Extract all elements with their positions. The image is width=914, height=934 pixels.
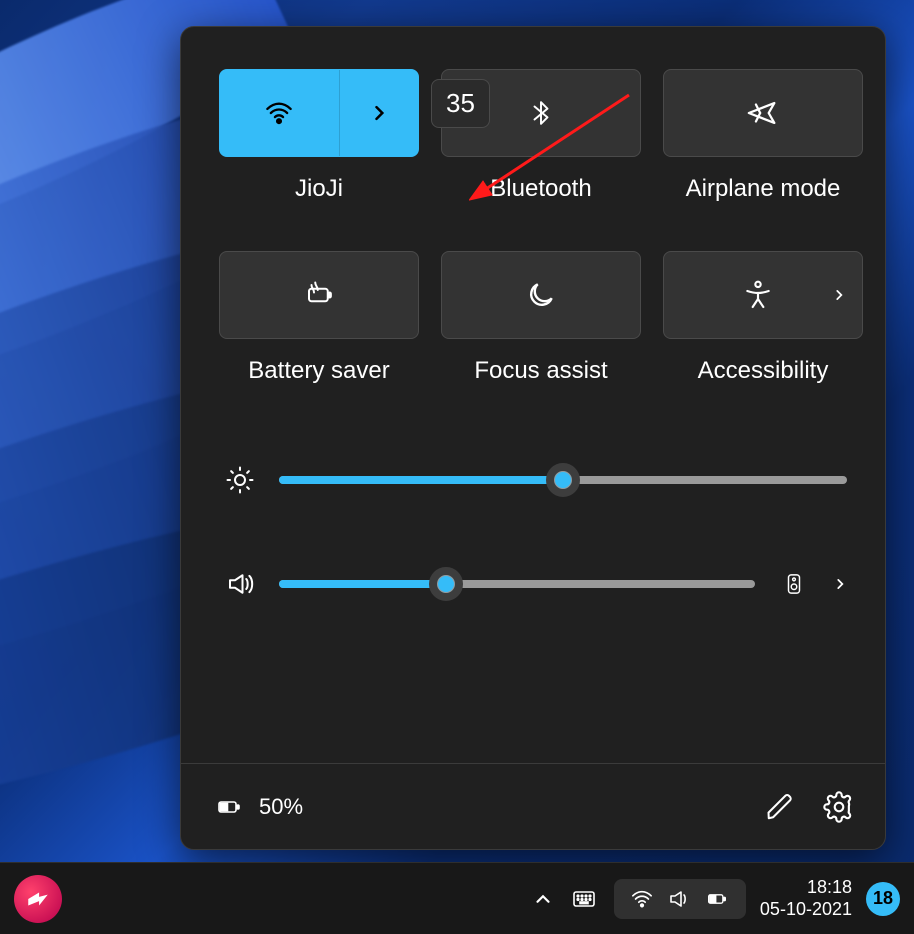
speaker-icon <box>219 569 261 599</box>
settings-button[interactable] <box>823 791 855 823</box>
tile-label: Accessibility <box>698 357 829 385</box>
wifi-icon <box>628 888 656 910</box>
brightness-slider[interactable] <box>279 476 847 484</box>
battery-icon <box>702 889 732 909</box>
quick-settings-panel: JioJi Bluetooth Airpla <box>180 26 886 850</box>
tile-label: JioJi <box>295 175 343 203</box>
taskbar-clock[interactable]: 18:18 05-10-2021 <box>760 877 852 920</box>
volume-tooltip: 35 <box>431 79 490 128</box>
battery-saver-icon <box>298 280 340 310</box>
sliders-area: 35 <box>181 385 885 605</box>
audio-output-button[interactable] <box>773 563 815 605</box>
accessibility-icon <box>742 278 774 312</box>
quick-settings-tiles: JioJi Bluetooth Airpla <box>181 27 885 385</box>
brightness-slider-thumb[interactable] <box>546 463 580 497</box>
taskbar-app-icon[interactable] <box>14 875 62 923</box>
tile-battery-saver[interactable] <box>219 251 419 339</box>
quick-settings-footer: 50% <box>181 763 885 849</box>
clock-time: 18:18 <box>760 877 852 899</box>
tile-accessibility[interactable] <box>663 251 863 339</box>
volume-slider[interactable] <box>279 580 755 588</box>
volume-slider-row <box>219 563 847 605</box>
footer-battery-status[interactable]: 50% <box>211 794 303 820</box>
battery-percent-label: 50% <box>259 794 303 820</box>
taskbar: 18:18 05-10-2021 18 <box>0 862 914 934</box>
speaker-icon <box>666 887 692 911</box>
tile-label: Bluetooth <box>490 175 591 203</box>
bluetooth-icon <box>528 94 554 132</box>
wifi-icon <box>261 99 297 127</box>
tile-wifi[interactable] <box>219 69 419 157</box>
tile-label: Airplane mode <box>686 175 841 203</box>
edit-quick-settings-button[interactable] <box>765 792 795 822</box>
moon-icon <box>525 279 557 311</box>
tile-label: Focus assist <box>474 357 607 385</box>
volume-slider-thumb[interactable] <box>429 567 463 601</box>
chevron-right-icon <box>832 284 846 306</box>
tray-overflow-button[interactable] <box>532 888 554 910</box>
system-tray[interactable] <box>614 879 746 919</box>
chevron-right-icon <box>369 99 389 127</box>
tile-label: Battery saver <box>248 357 389 385</box>
chevron-right-icon[interactable] <box>833 573 847 595</box>
tile-focus-assist[interactable] <box>441 251 641 339</box>
airplane-icon <box>745 96 781 130</box>
brightness-icon <box>219 465 261 495</box>
wifi-toggle[interactable] <box>220 70 339 156</box>
clock-date: 05-10-2021 <box>760 899 852 921</box>
notification-badge[interactable]: 18 <box>866 882 900 916</box>
brightness-slider-row <box>219 465 847 495</box>
wifi-expand[interactable] <box>339 70 418 156</box>
tile-airplane-mode[interactable] <box>663 69 863 157</box>
battery-icon <box>211 795 247 819</box>
touch-keyboard-button[interactable] <box>568 887 600 911</box>
